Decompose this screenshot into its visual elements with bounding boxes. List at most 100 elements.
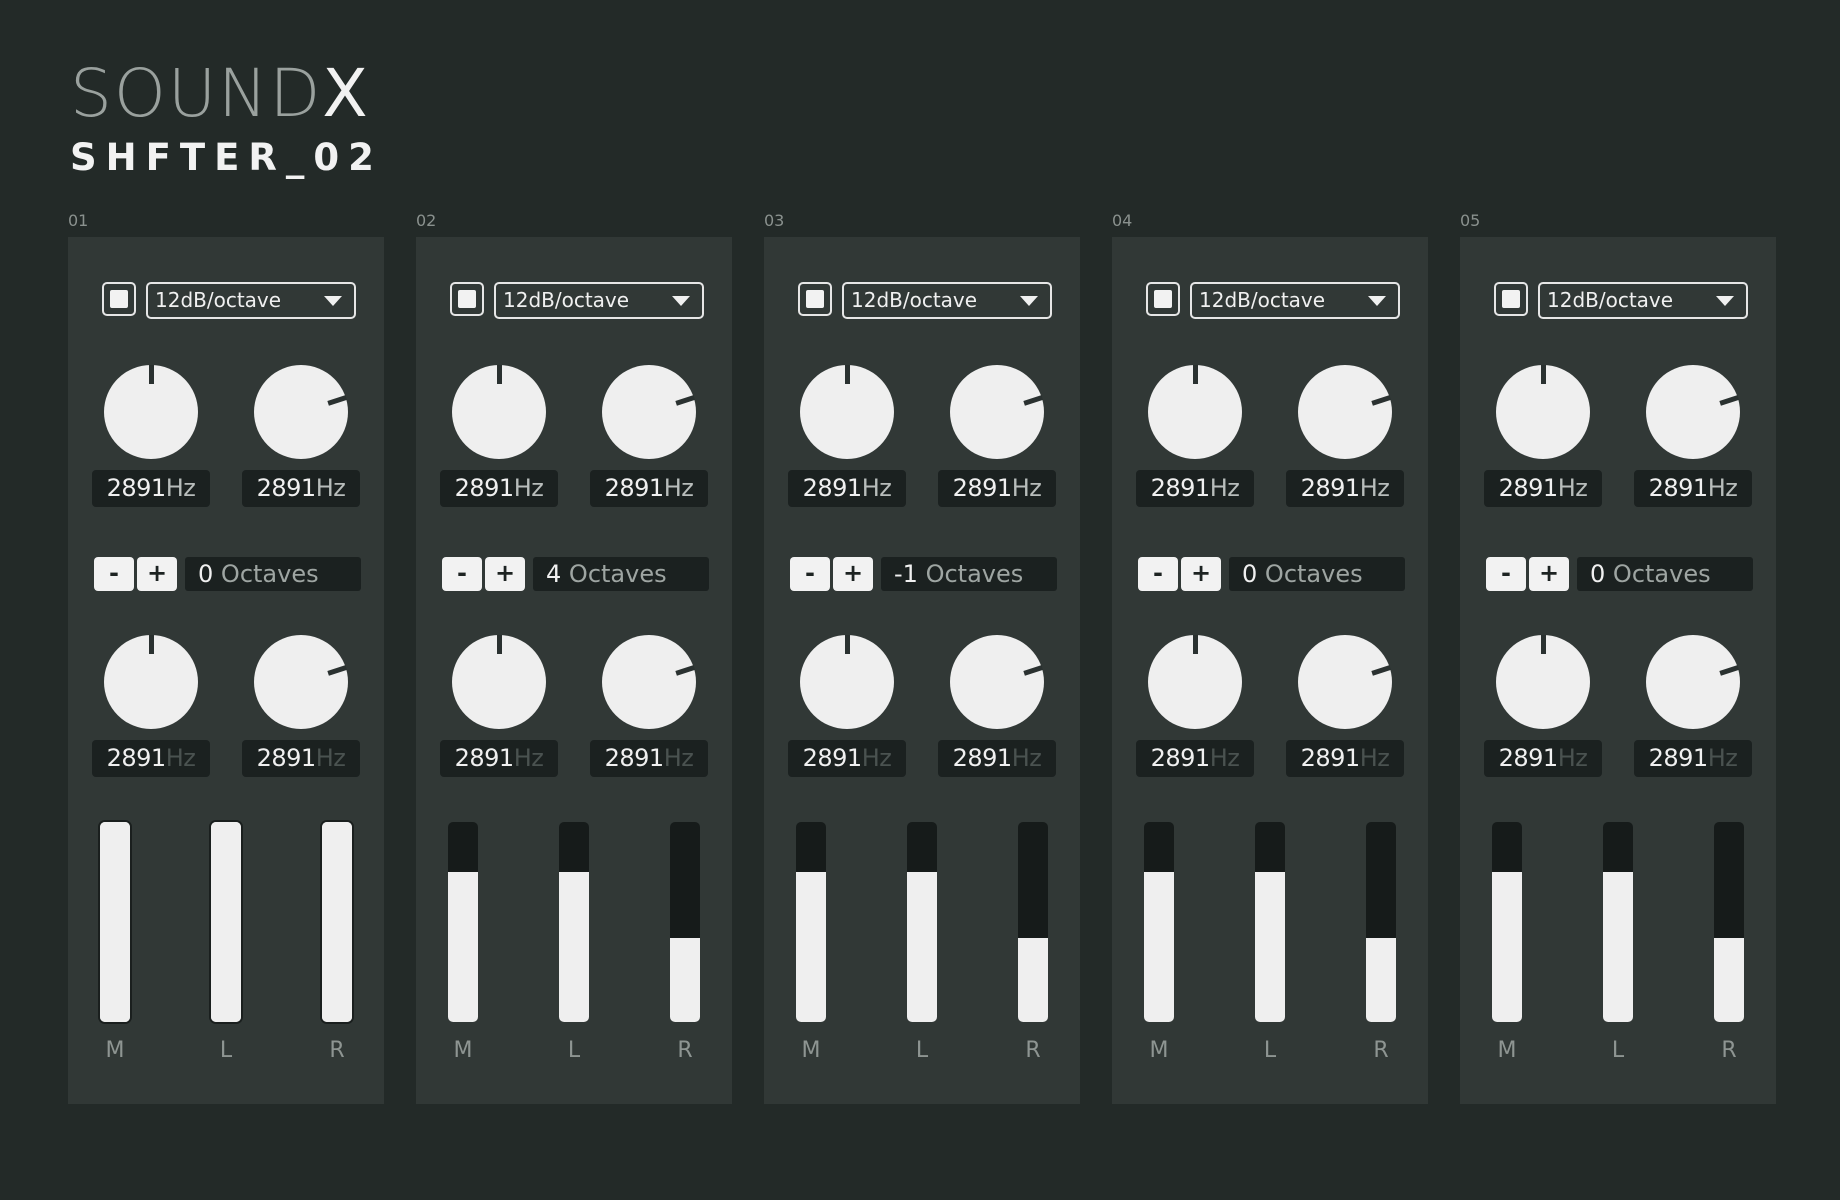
slider-fill [211, 822, 241, 1022]
frequency-readout-top-1[interactable]: 2891Hz [1136, 470, 1254, 507]
channel-strip-01: 01 12dB/octave 2891Hz 2891Hz - +0 Octaves 2891… [68, 212, 384, 1104]
octave-value: 0 [1590, 560, 1606, 588]
frequency-readout-bottom-2[interactable]: 2891Hz [938, 740, 1056, 777]
octave-minus-button[interactable]: - [442, 557, 482, 591]
frequency-readout-bottom-1[interactable]: 2891Hz [440, 740, 558, 777]
level-slider-r[interactable] [1714, 822, 1744, 1022]
knob-indicator [149, 365, 154, 384]
frequency-readout-top-2[interactable]: 2891Hz [1286, 470, 1404, 507]
checkbox-fill [1154, 290, 1172, 308]
frequency-readout-bottom-2[interactable]: 2891Hz [1634, 740, 1752, 777]
filter-slope-select[interactable]: 12dB/octave [842, 282, 1052, 319]
filter-slope-select[interactable]: 12dB/octave [146, 282, 356, 319]
chevron-down-icon [672, 296, 690, 306]
frequency-knob-bottom-1[interactable] [800, 635, 894, 729]
frequency-unit: Hz [1359, 474, 1390, 502]
knob-indicator [1719, 395, 1739, 406]
frequency-readout-bottom-2[interactable]: 2891Hz [1286, 740, 1404, 777]
frequency-readout-top-2[interactable]: 2891Hz [242, 470, 360, 507]
level-slider-r[interactable] [1366, 822, 1396, 1022]
level-slider-r[interactable] [1018, 822, 1048, 1022]
slider-label-r: R [1025, 1038, 1041, 1063]
frequency-value: 2891 [106, 474, 167, 502]
filter-toggle-checkbox[interactable] [1146, 282, 1180, 316]
filter-toggle-checkbox[interactable] [1494, 282, 1528, 316]
frequency-readout-bottom-1[interactable]: 2891Hz [788, 740, 906, 777]
frequency-unit: Hz [1209, 744, 1240, 772]
frequency-knob-top-2[interactable] [1646, 365, 1740, 459]
level-slider-m[interactable] [796, 822, 826, 1022]
filter-toggle-checkbox[interactable] [102, 282, 136, 316]
frequency-readout-top-2[interactable]: 2891Hz [590, 470, 708, 507]
level-slider-m[interactable] [1144, 822, 1174, 1022]
frequency-readout-top-1[interactable]: 2891Hz [788, 470, 906, 507]
frequency-readout-bottom-1[interactable]: 2891Hz [1136, 740, 1254, 777]
frequency-knob-top-1[interactable] [104, 365, 198, 459]
frequency-knob-top-1[interactable] [1148, 365, 1242, 459]
frequency-readout-bottom-2[interactable]: 2891Hz [590, 740, 708, 777]
level-slider-m[interactable] [448, 822, 478, 1022]
level-slider-l[interactable] [1255, 822, 1285, 1022]
octave-minus-button[interactable]: - [1486, 557, 1526, 591]
octave-minus-button[interactable]: - [790, 557, 830, 591]
level-slider-l[interactable] [559, 822, 589, 1022]
frequency-knob-bottom-2[interactable] [950, 635, 1044, 729]
level-slider-r[interactable] [322, 822, 352, 1022]
octave-plus-button[interactable]: + [1529, 557, 1569, 591]
frequency-knob-bottom-1[interactable] [104, 635, 198, 729]
octave-plus-button[interactable]: + [1181, 557, 1221, 591]
frequency-value: 2891 [1498, 474, 1559, 502]
frequency-knob-bottom-2[interactable] [1298, 635, 1392, 729]
octave-minus-button[interactable]: - [1138, 557, 1178, 591]
frequency-knob-bottom-2[interactable] [1646, 635, 1740, 729]
level-slider-m[interactable] [100, 822, 130, 1022]
level-slider-r[interactable] [670, 822, 700, 1022]
frequency-knob-bottom-1[interactable] [452, 635, 546, 729]
frequency-knob-top-1[interactable] [1496, 365, 1590, 459]
filter-slope-select[interactable]: 12dB/octave [1538, 282, 1748, 319]
frequency-knob-top-2[interactable] [1298, 365, 1392, 459]
frequency-knob-top-1[interactable] [800, 365, 894, 459]
knob-indicator [675, 665, 695, 676]
frequency-value: 2891 [1648, 744, 1709, 772]
octave-display: 0 Octaves [185, 557, 361, 591]
frequency-knob-bottom-1[interactable] [1496, 635, 1590, 729]
frequency-readout-bottom-1[interactable]: 2891Hz [92, 740, 210, 777]
frequency-readout-bottom-1[interactable]: 2891Hz [1484, 740, 1602, 777]
frequency-knob-top-1[interactable] [452, 365, 546, 459]
frequency-value: 2891 [1300, 744, 1361, 772]
filter-toggle-checkbox[interactable] [450, 282, 484, 316]
frequency-readout-top-1[interactable]: 2891Hz [1484, 470, 1602, 507]
frequency-value: 2891 [256, 744, 317, 772]
octave-plus-button[interactable]: + [833, 557, 873, 591]
frequency-knob-top-2[interactable] [254, 365, 348, 459]
level-slider-l[interactable] [907, 822, 937, 1022]
level-slider-l[interactable] [1603, 822, 1633, 1022]
frequency-readout-bottom-2[interactable]: 2891Hz [242, 740, 360, 777]
frequency-knob-top-2[interactable] [950, 365, 1044, 459]
octave-minus-button[interactable]: - [94, 557, 134, 591]
frequency-readout-top-2[interactable]: 2891Hz [938, 470, 1056, 507]
filter-slope-select[interactable]: 12dB/octave [494, 282, 704, 319]
filter-slope-select[interactable]: 12dB/octave [1190, 282, 1400, 319]
frequency-unit: Hz [861, 474, 892, 502]
level-slider-m[interactable] [1492, 822, 1522, 1022]
frequency-knob-bottom-2[interactable] [254, 635, 348, 729]
frequency-unit: Hz [861, 744, 892, 772]
channel-number: 01 [68, 211, 89, 230]
octave-plus-button[interactable]: + [137, 557, 177, 591]
frequency-readout-top-2[interactable]: 2891Hz [1634, 470, 1752, 507]
filter-toggle-checkbox[interactable] [798, 282, 832, 316]
slider-fill [796, 872, 826, 1022]
channel-strip-04: 04 12dB/octave 2891Hz 2891Hz - +0 Octaves 2891… [1112, 212, 1428, 1104]
octave-unit: Octaves [568, 560, 667, 588]
frequency-knob-top-2[interactable] [602, 365, 696, 459]
frequency-readout-top-1[interactable]: 2891Hz [440, 470, 558, 507]
frequency-readout-top-1[interactable]: 2891Hz [92, 470, 210, 507]
frequency-value: 2891 [106, 744, 167, 772]
slider-label-m: M [1149, 1038, 1169, 1063]
octave-plus-button[interactable]: + [485, 557, 525, 591]
frequency-knob-bottom-1[interactable] [1148, 635, 1242, 729]
frequency-knob-bottom-2[interactable] [602, 635, 696, 729]
level-slider-l[interactable] [211, 822, 241, 1022]
